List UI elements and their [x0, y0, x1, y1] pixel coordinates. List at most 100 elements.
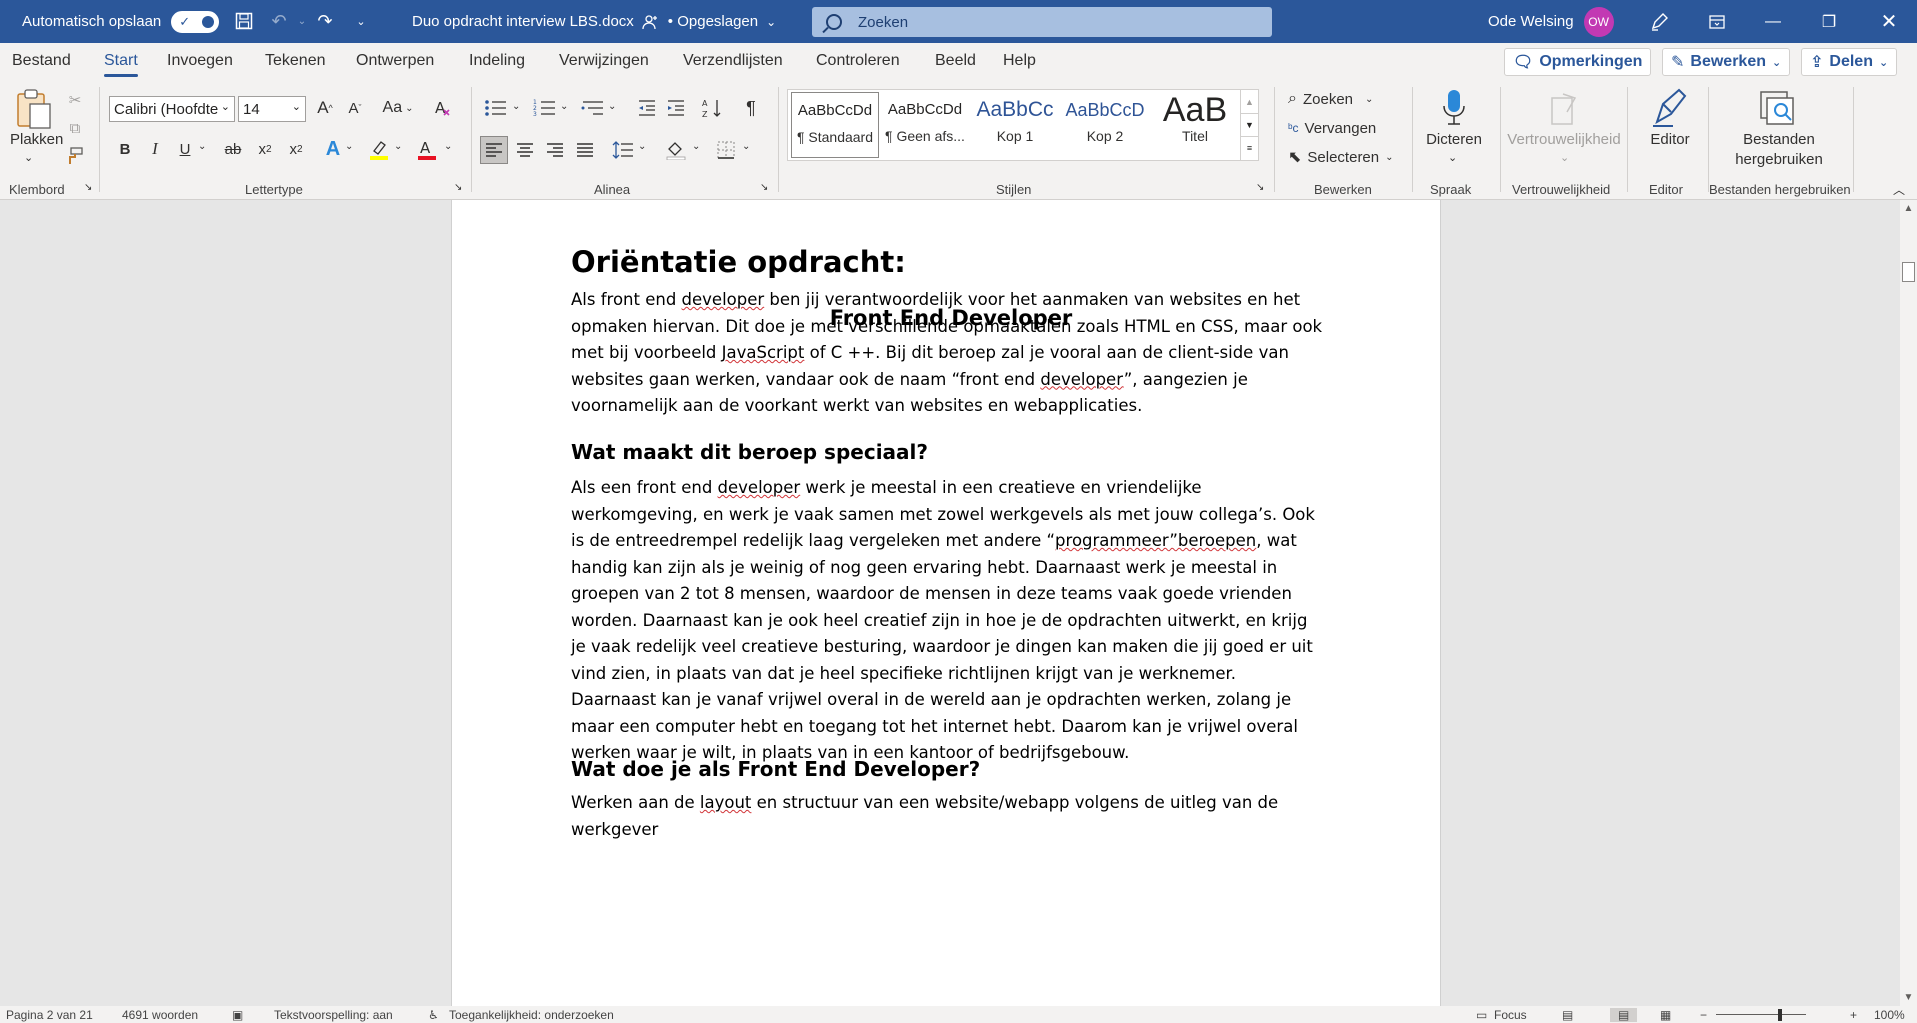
spelling-error[interactable]: layout: [700, 793, 751, 812]
font-size-combo[interactable]: 14 ⌄: [238, 96, 306, 122]
numbering-icon[interactable]: 123: [530, 95, 560, 121]
zoom-slider-thumb[interactable]: [1778, 1009, 1782, 1021]
underline-dropdown-icon[interactable]: ⌄: [198, 141, 206, 152]
comments-button[interactable]: 🗨 Opmerkingen: [1504, 48, 1652, 76]
paste-icon[interactable]: [10, 87, 58, 131]
style-heading-2[interactable]: AaBbCcD Kop 2: [1061, 92, 1149, 158]
spelling-error[interactable]: programmeer”beroepen: [1055, 531, 1256, 550]
page-count[interactable]: Pagina 2 van 21: [6, 1008, 93, 1022]
word-count[interactable]: 4691 woorden: [122, 1008, 198, 1022]
editor-label[interactable]: Editor: [1636, 131, 1704, 148]
justify-icon[interactable]: [571, 136, 599, 164]
vertical-scrollbar[interactable]: ▲ ▼: [1900, 200, 1917, 1006]
cut-icon[interactable]: ✂: [64, 89, 86, 111]
format-painter-icon[interactable]: [64, 145, 86, 167]
document-page[interactable]: Oriëntatie opdracht: Front End Developer…: [451, 200, 1441, 1006]
tab-controleren[interactable]: Controleren: [816, 52, 900, 70]
bullets-icon[interactable]: [480, 95, 512, 121]
zoom-slider[interactable]: [1716, 1014, 1806, 1015]
sensitivity-icon[interactable]: [1547, 89, 1581, 129]
collapse-ribbon-icon[interactable]: ︿: [1893, 181, 1905, 198]
scroll-thumb[interactable]: [1902, 262, 1915, 282]
tab-beeld[interactable]: Beeld: [935, 52, 976, 70]
font-color-icon[interactable]: A: [414, 136, 440, 162]
editing-mode-button[interactable]: ✎ Bewerken ⌄: [1662, 48, 1791, 76]
find-button[interactable]: ⌕ Zoeken ⌄: [1288, 87, 1373, 111]
close-icon[interactable]: ✕: [1866, 0, 1912, 43]
highlight-icon[interactable]: [365, 136, 393, 162]
editor-icon[interactable]: [1650, 87, 1690, 129]
ribbon-display-icon[interactable]: [1694, 0, 1740, 43]
align-center-icon[interactable]: [511, 136, 539, 164]
line-spacing-icon[interactable]: [609, 136, 637, 164]
style-heading-1[interactable]: AaBbCc Kop 1: [971, 92, 1059, 158]
style-no-spacing[interactable]: AaBbCcDd ¶ Geen afs...: [881, 92, 969, 158]
borders-icon[interactable]: [712, 136, 740, 164]
multilevel-dropdown-icon[interactable]: ⌄: [608, 101, 616, 112]
style-standard[interactable]: AaBbCcDd ¶ Standaard: [791, 92, 879, 158]
select-button[interactable]: ⬉ Selecteren ⌄: [1288, 145, 1394, 169]
save-icon[interactable]: [231, 8, 257, 34]
sort-icon[interactable]: AZ: [700, 95, 726, 121]
underline-icon[interactable]: U: [173, 136, 197, 162]
tab-bestand[interactable]: Bestand: [12, 52, 71, 70]
tab-help[interactable]: Help: [1003, 52, 1036, 70]
tab-invoegen[interactable]: Invoegen: [167, 52, 233, 70]
text-effects-dropdown-icon[interactable]: ⌄: [345, 141, 353, 152]
font-name-combo[interactable]: Calibri (Hoofdte ⌄: [109, 96, 235, 122]
styles-more-icon[interactable]: ≡: [1241, 136, 1258, 159]
font-launcher-icon[interactable]: ↘: [454, 182, 462, 193]
zoom-level[interactable]: 100%: [1874, 1008, 1905, 1022]
minimize-icon[interactable]: —: [1750, 0, 1796, 43]
tab-start[interactable]: Start: [104, 52, 138, 77]
bullets-dropdown-icon[interactable]: ⌄: [512, 101, 520, 112]
spelling-error[interactable]: developer: [718, 478, 801, 497]
customize-toolbar-icon[interactable]: ⌄: [348, 8, 374, 34]
spelling-error[interactable]: developer: [1040, 370, 1123, 389]
change-case-icon[interactable]: Aa ⌄: [378, 95, 418, 121]
dictate-dropdown-icon[interactable]: ⌄: [1448, 151, 1457, 164]
spelling-error[interactable]: developer: [682, 290, 765, 309]
tab-verwijzingen[interactable]: Verwijzingen: [559, 52, 649, 70]
focus-mode[interactable]: Focus: [1494, 1008, 1527, 1022]
line-spacing-dropdown-icon[interactable]: ⌄: [638, 141, 646, 152]
paste-dropdown-icon[interactable]: ⌄: [24, 151, 33, 164]
highlight-dropdown-icon[interactable]: ⌄: [394, 141, 402, 152]
pen-icon[interactable]: [1636, 0, 1682, 43]
share-button[interactable]: ⇪ Delen ⌄: [1801, 48, 1898, 76]
multilevel-list-icon[interactable]: [578, 95, 608, 121]
align-right-icon[interactable]: [541, 136, 569, 164]
microphone-icon[interactable]: [1437, 87, 1471, 129]
tab-verzendlijsten[interactable]: Verzendlijsten: [683, 52, 783, 70]
text-effects-icon[interactable]: A: [320, 136, 346, 162]
shading-dropdown-icon[interactable]: ⌄: [692, 141, 700, 152]
user-account[interactable]: Ode Welsing OW: [1488, 0, 1614, 43]
show-formatting-marks-icon[interactable]: ¶: [738, 95, 764, 121]
shrink-font-icon[interactable]: Aˇ: [342, 95, 368, 121]
restore-icon[interactable]: ❐: [1806, 0, 1852, 43]
spelling-error[interactable]: JavaScript: [722, 343, 805, 362]
reuse-files-label-1[interactable]: Bestanden: [1712, 131, 1846, 148]
read-mode-icon[interactable]: ▤: [1562, 1008, 1573, 1022]
numbering-dropdown-icon[interactable]: ⌄: [560, 101, 568, 112]
subscript-icon[interactable]: x2: [252, 136, 278, 162]
document-title[interactable]: Duo opdracht interview LBS.docx • Opgesl…: [412, 0, 776, 43]
paste-label[interactable]: Plakken: [10, 131, 63, 148]
autosave-toggle[interactable]: ✓: [171, 10, 220, 33]
redo-icon[interactable]: ↷: [312, 8, 338, 34]
replace-button[interactable]: ᵇc Vervangen: [1288, 116, 1376, 140]
italic-icon[interactable]: I: [143, 136, 167, 162]
styles-launcher-icon[interactable]: ↘: [1256, 182, 1264, 193]
text-predictions[interactable]: Tekstvoorspelling: aan: [274, 1008, 393, 1022]
clear-formatting-icon[interactable]: A: [430, 95, 456, 121]
web-layout-icon[interactable]: ▦: [1660, 1008, 1671, 1022]
search-box[interactable]: Zoeken: [812, 7, 1272, 37]
decrease-indent-icon[interactable]: [634, 95, 660, 121]
zoom-out-icon[interactable]: −: [1700, 1008, 1707, 1022]
scroll-down-icon[interactable]: ▼: [1900, 989, 1917, 1006]
shading-icon[interactable]: [662, 136, 690, 164]
borders-dropdown-icon[interactable]: ⌄: [742, 141, 750, 152]
reuse-files-label-2[interactable]: hergebruiken: [1712, 151, 1846, 168]
accessibility-status[interactable]: Toegankelijkheid: onderzoeken: [449, 1008, 614, 1022]
styles-down-icon[interactable]: ▼: [1241, 113, 1258, 136]
